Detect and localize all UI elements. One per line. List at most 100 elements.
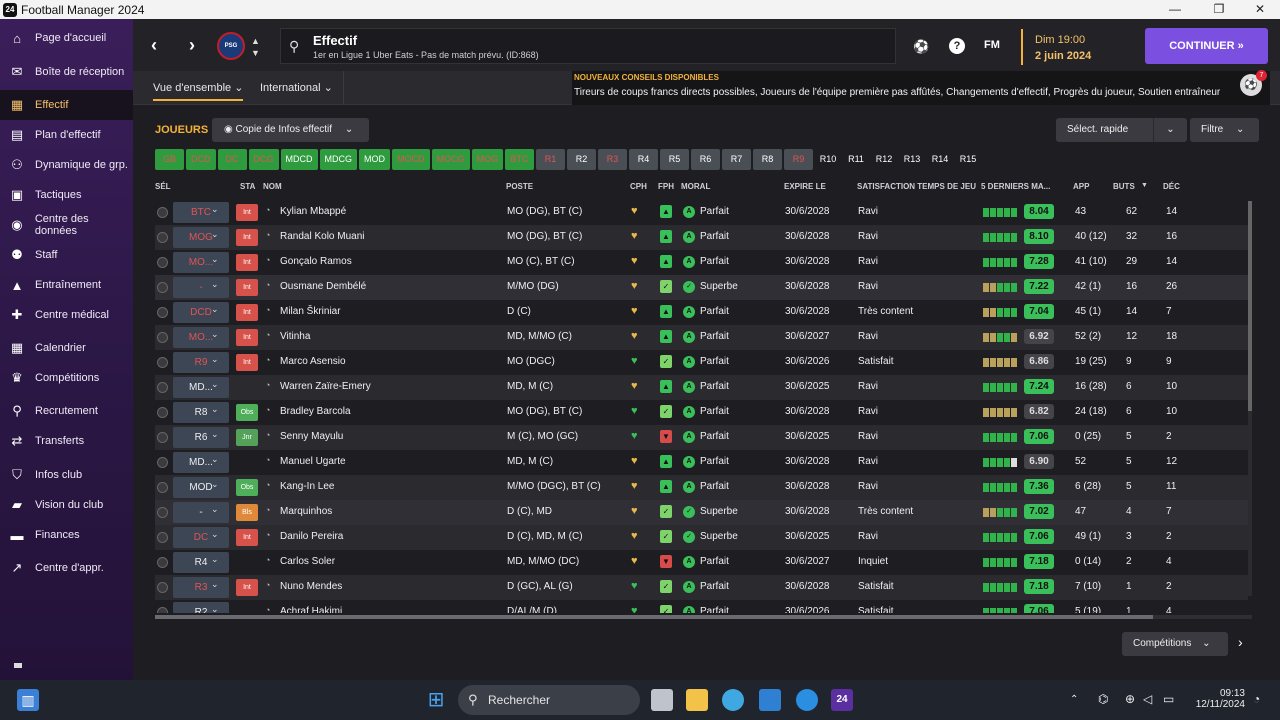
chevron-down-icon[interactable]: ⌄: [211, 354, 219, 365]
position-chip[interactable]: R9: [784, 149, 813, 170]
chevron-down-icon[interactable]: ⌄: [211, 204, 219, 215]
continue-button[interactable]: CONTINUER »: [1145, 28, 1268, 64]
row-checkbox[interactable]: [157, 332, 168, 343]
player-name[interactable]: Achraf Hakimi: [280, 606, 342, 613]
horizontal-scrollbar[interactable]: [155, 615, 1252, 619]
selection-position-dropdown[interactable]: R8: [173, 402, 229, 423]
status-badge[interactable]: Int: [236, 529, 258, 546]
player-name[interactable]: Ousmane Dembélé: [280, 281, 366, 292]
status-badge[interactable]: Jnr: [236, 429, 258, 446]
table-row[interactable]: MD... ⌄ ◔ Warren Zaïre-Emery MD, M (C) ♥ ▲ A Par…: [155, 375, 1248, 400]
scrollbar-thumb[interactable]: [155, 615, 1153, 619]
position-chip[interactable]: R13: [899, 149, 925, 170]
row-checkbox[interactable]: [157, 482, 168, 493]
selection-position-dropdown[interactable]: R3: [173, 577, 229, 598]
player-name[interactable]: Warren Zaïre-Emery: [280, 381, 371, 392]
row-checkbox[interactable]: [157, 582, 168, 593]
sidebar-item-finances[interactable]: ▬ Finances: [0, 520, 133, 550]
player-name[interactable]: Nuno Mendes: [280, 581, 342, 592]
sidebar-item-tactics[interactable]: ▣ Tactiques: [0, 180, 133, 210]
football-manager-taskbar-icon[interactable]: 24: [831, 689, 853, 711]
status-badge[interactable]: Int: [236, 579, 258, 596]
position-chip[interactable]: R5: [660, 149, 689, 170]
column-header-name[interactable]: NOM: [263, 182, 282, 191]
maximize-button[interactable]: ❐: [1199, 0, 1239, 19]
view-selector-button[interactable]: ◉ Copie de Infos effectif ⌄: [212, 118, 369, 142]
vertical-scrollbar[interactable]: [1248, 201, 1252, 596]
position-chip[interactable]: R7: [722, 149, 751, 170]
player-name[interactable]: Gonçalo Ramos: [280, 256, 352, 267]
column-header-fph[interactable]: FPH: [658, 182, 674, 191]
sidebar-item-dynamics[interactable]: ⚇ Dynamique de grp.: [0, 150, 133, 180]
chevron-down-icon[interactable]: ⌄: [211, 329, 219, 340]
taskbar-search[interactable]: ⚲ Rechercher: [458, 685, 640, 715]
player-name[interactable]: Marco Asensio: [280, 356, 346, 367]
position-chip[interactable]: BTC: [505, 149, 534, 170]
position-chip[interactable]: MDCD: [280, 149, 318, 170]
chevron-down-icon[interactable]: ⌄: [211, 504, 219, 515]
chevron-down-icon[interactable]: ⌄: [211, 254, 219, 265]
table-row[interactable]: MOG ⌄ Int ◔ Randal Kolo Muani MO (DG), BT (C)…: [155, 225, 1248, 250]
row-checkbox[interactable]: [157, 432, 168, 443]
tab-overview[interactable]: Vue d'ensemble ⌄: [153, 81, 244, 101]
chevron-down-icon[interactable]: ⌄: [211, 229, 219, 240]
sidebar-item-competitions[interactable]: ♛ Compétitions: [0, 363, 133, 393]
row-checkbox[interactable]: [157, 507, 168, 518]
sidebar-item-home[interactable]: ⌂ Page d'accueil: [0, 23, 133, 53]
position-chip[interactable]: R3: [598, 149, 627, 170]
table-row[interactable]: R8 ⌄ Obs ◔ Bradley Barcola MO (DG), BT (C) ♥ ✓ A…: [155, 400, 1248, 425]
selection-position-dropdown[interactable]: MOG: [173, 227, 229, 248]
status-badge[interactable]: Obs: [236, 479, 258, 496]
table-row[interactable]: MO... ⌄ Int ◔ Gonçalo Ramos MO (C), BT (C) ♥ ▲ A…: [155, 250, 1248, 275]
row-checkbox[interactable]: [157, 232, 168, 243]
selection-position-dropdown[interactable]: R9: [173, 352, 229, 373]
chevron-down-icon[interactable]: ⌄: [211, 604, 219, 613]
position-chip[interactable]: R14: [927, 149, 953, 170]
position-chip[interactable]: R1: [536, 149, 565, 170]
browser-icon[interactable]: [722, 689, 744, 711]
ball-icon[interactable]: ⚽: [913, 39, 929, 55]
player-name[interactable]: Marquinhos: [280, 506, 332, 517]
player-name[interactable]: Randal Kolo Muani: [280, 231, 365, 242]
status-badge[interactable]: Int: [236, 354, 258, 371]
column-header-position[interactable]: POSTE: [506, 182, 533, 191]
player-name[interactable]: Kang-In Lee: [280, 481, 335, 492]
table-row[interactable]: MO... ⌄ Int ◔ Vitinha MD, M/MO (C) ♥ ▲ A Parfait 3…: [155, 325, 1248, 350]
selection-position-dropdown[interactable]: -: [173, 277, 229, 298]
position-chip[interactable]: R10: [815, 149, 841, 170]
network-icon[interactable]: ⌬: [1098, 692, 1108, 706]
sidebar-item-squad[interactable]: ▦ Effectif: [0, 90, 133, 120]
start-icon[interactable]: ⊞: [425, 689, 447, 711]
chevron-down-icon[interactable]: ⌄: [211, 279, 219, 290]
selection-position-dropdown[interactable]: BTC: [173, 202, 229, 223]
language-icon[interactable]: ⊕: [1125, 692, 1135, 706]
chevron-down-icon[interactable]: ⌄: [1153, 118, 1187, 142]
chevron-down-icon[interactable]: ⌄: [211, 554, 219, 565]
column-header-morale[interactable]: MORAL: [681, 182, 710, 191]
table-row[interactable]: R6 ⌄ Jnr ◔ Senny Mayulu M (C), MO (GC) ♥ ▼ A Parf…: [155, 425, 1248, 450]
player-name[interactable]: Senny Mayulu: [280, 431, 343, 442]
row-checkbox[interactable]: [157, 382, 168, 393]
table-row[interactable]: MOD ⌄ Obs ◔ Kang-In Lee M/MO (DGC), BT (C) ♥ ▲ A…: [155, 475, 1248, 500]
position-chip[interactable]: R12: [871, 149, 897, 170]
position-chip[interactable]: MOCG: [431, 149, 470, 170]
task-view-icon[interactable]: [651, 689, 673, 711]
sidebar-item-staff[interactable]: ⚉ Staff: [0, 240, 133, 270]
column-header-select[interactable]: SÉL: [155, 182, 171, 191]
position-chip[interactable]: R11: [843, 149, 869, 170]
sidebar-item-dev-centre[interactable]: ↗ Centre d'appr.: [0, 553, 133, 583]
row-checkbox[interactable]: [157, 457, 168, 468]
sidebar-item-medical[interactable]: ✚ Centre médical: [0, 300, 133, 330]
row-checkbox[interactable]: [157, 257, 168, 268]
table-row[interactable]: R4 ⌄ ◔ Carlos Soler MD, M/MO (DC) ♥ ▼ A Parfait 3…: [155, 550, 1248, 575]
page-search-box[interactable]: ⚲ Effectif 1er en Ligue 1 Uber Eats - Pa…: [280, 28, 896, 64]
status-badge[interactable]: Int: [236, 204, 258, 221]
player-name[interactable]: Manuel Ugarte: [280, 456, 346, 467]
player-name[interactable]: Carlos Soler: [280, 556, 335, 567]
position-chip[interactable]: DCD: [186, 149, 216, 170]
selection-position-dropdown[interactable]: MD...: [173, 452, 229, 473]
status-badge[interactable]: Obs: [236, 404, 258, 421]
chevron-down-icon[interactable]: ⌄: [211, 304, 219, 315]
table-row[interactable]: MD... ⌄ ◔ Manuel Ugarte MD, M (C) ♥ ▲ A Parfait 3…: [155, 450, 1248, 475]
position-chip[interactable]: MDCG: [319, 149, 357, 170]
